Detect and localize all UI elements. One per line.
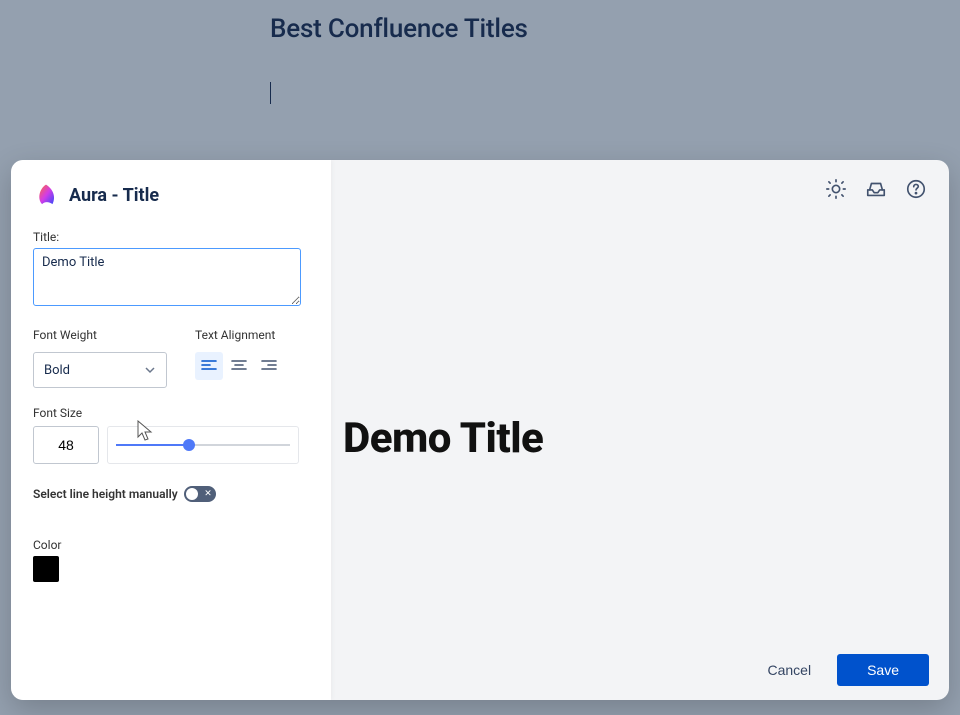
help-icon[interactable]	[905, 178, 927, 200]
sidebar-header: Aura - Title	[33, 182, 313, 208]
line-height-toggle[interactable]: ✕	[184, 486, 216, 502]
preview-area: Demo Title Cancel Save	[331, 160, 949, 700]
sidebar-title: Aura - Title	[69, 185, 159, 206]
preview-title-text: Demo Title	[343, 414, 543, 463]
toggle-off-icon: ✕	[204, 490, 212, 499]
font-size-label: Font Size	[33, 406, 313, 420]
page-title-wrap: Best Confluence Titles	[270, 14, 960, 104]
config-sidebar: Aura - Title Title: Font Weight Bold Tex…	[11, 160, 331, 700]
aura-title-modal: Aura - Title Title: Font Weight Bold Tex…	[11, 160, 949, 700]
save-button[interactable]: Save	[837, 654, 929, 686]
slider-track	[116, 444, 290, 446]
modal-footer: Cancel Save	[763, 654, 929, 686]
title-input[interactable]	[33, 248, 301, 306]
font-weight-select[interactable]: Bold	[33, 352, 167, 388]
aura-logo-icon	[33, 182, 59, 208]
page-title: Best Confluence Titles	[270, 14, 960, 44]
slider-thumb[interactable]	[183, 439, 195, 451]
text-cursor	[270, 82, 271, 104]
title-label: Title:	[33, 230, 313, 244]
toggle-knob	[186, 488, 198, 500]
sun-icon[interactable]	[825, 178, 847, 200]
font-weight-label: Font Weight	[33, 328, 167, 342]
font-size-slider[interactable]	[107, 426, 299, 464]
align-right-button[interactable]	[255, 352, 283, 380]
font-size-input[interactable]	[33, 426, 99, 464]
alignment-group	[195, 352, 283, 380]
slider-fill	[116, 444, 189, 446]
align-left-button[interactable]	[195, 352, 223, 380]
chevron-down-icon	[144, 364, 156, 376]
cancel-button[interactable]: Cancel	[763, 654, 815, 686]
text-alignment-label: Text Alignment	[195, 328, 283, 342]
align-center-button[interactable]	[225, 352, 253, 380]
inbox-icon[interactable]	[865, 178, 887, 200]
preview-toolbar	[825, 178, 927, 200]
line-height-toggle-label: Select line height manually	[33, 487, 178, 501]
color-swatch[interactable]	[33, 556, 59, 582]
color-label: Color	[33, 538, 313, 552]
font-weight-value: Bold	[44, 363, 70, 378]
